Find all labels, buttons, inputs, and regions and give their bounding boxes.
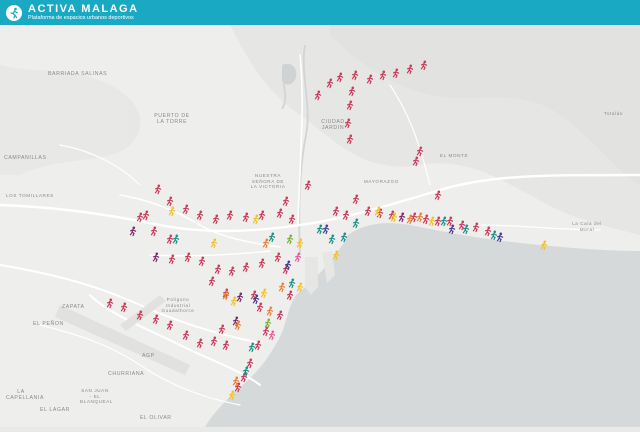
label-ciudad-jardin: CIUDAD JARDIN xyxy=(321,119,345,132)
label-el-lagar: EL LAGAR xyxy=(40,407,70,413)
label-la-capellania: LA CAPELLANIA xyxy=(6,389,45,402)
label-los-tomillares: LOS TOMILLARES xyxy=(6,193,54,198)
label-campanillas: CAMPANILLAS xyxy=(4,155,47,161)
label-poligono: Poligono Industrial Guadalhorce xyxy=(161,297,195,313)
label-agp: AGP xyxy=(142,353,155,359)
label-el-penon: EL PEÑON xyxy=(33,321,64,327)
label-san-juan: SAN JUAN - EL BLANQUEAL xyxy=(80,388,113,404)
label-churriana: CHURRIANA xyxy=(108,371,145,377)
map-base[interactable] xyxy=(0,25,640,427)
label-totalan: Totalán xyxy=(604,111,624,116)
label-barriada-salinas: BARRIADA SALINAS xyxy=(48,71,108,77)
label-puerto-de-la-torre: PUERTO DE LA TORRE xyxy=(154,113,190,126)
label-mayorazgo: MAYORAZGO xyxy=(364,179,399,184)
label-la-cala: La Cala del Moral xyxy=(572,221,602,232)
brand-tagline: Plataforma de espacios urbanos deportivo… xyxy=(28,14,134,21)
runner-logo-icon xyxy=(6,4,22,21)
map-canvas[interactable]: BARRIADA SALINAS PUERTO DE LA TORRE CIUD… xyxy=(0,25,640,427)
label-nuestra-senora: NUESTRA SEÑORA DE LA VICTORIA xyxy=(250,173,286,189)
brand-name: ACTIVA MALAGA xyxy=(28,2,139,15)
label-zapata: ZAPATA xyxy=(62,304,85,310)
label-el-monte: EL MONTE xyxy=(440,153,469,158)
logo[interactable]: ACTIVA MALAGA Plataforma de espacios urb… xyxy=(0,2,139,22)
app-header: ACTIVA MALAGA Plataforma de espacios urb… xyxy=(0,0,640,25)
label-el-olivar: EL OLIVAR xyxy=(140,415,172,421)
